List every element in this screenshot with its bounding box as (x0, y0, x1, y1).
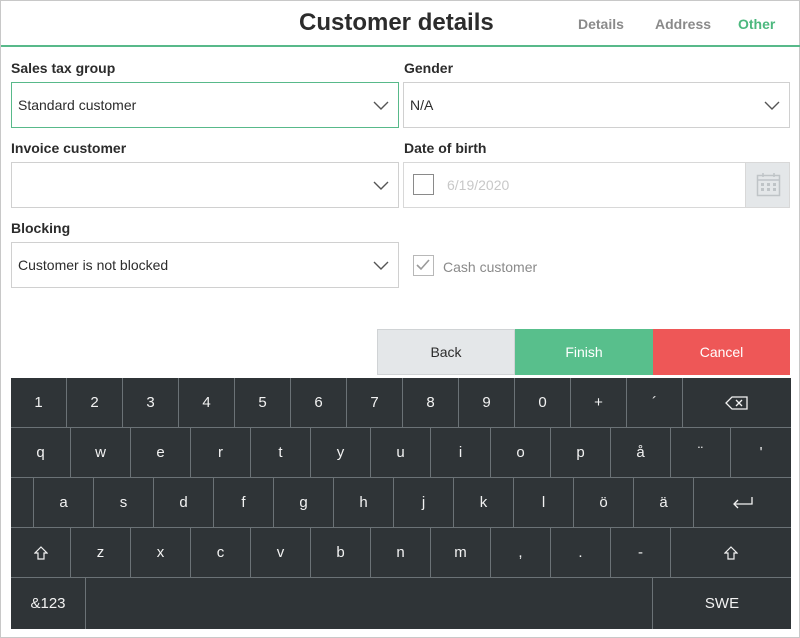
key[interactable]: c (191, 528, 251, 578)
enter-icon (732, 496, 753, 508)
key[interactable]: 3 (123, 378, 179, 428)
language-key[interactable]: SWE (653, 578, 791, 629)
key[interactable]: x (131, 528, 191, 578)
key-spacer (11, 478, 34, 528)
key[interactable]: u (371, 428, 431, 478)
date-of-birth-value: 6/19/2020 (447, 177, 510, 193)
cash-customer-checkbox[interactable] (413, 255, 434, 276)
key[interactable]: d (154, 478, 214, 528)
key[interactable]: n (371, 528, 431, 578)
key[interactable]: ´ (627, 378, 683, 428)
symbols-key[interactable]: &123 (11, 578, 86, 629)
blocking-select[interactable]: Customer is not blocked (11, 242, 399, 288)
sales-tax-group-label: Sales tax group (11, 60, 116, 76)
chevron-down-icon (373, 101, 389, 110)
key[interactable]: 7 (347, 378, 403, 428)
sales-tax-group-value: Standard customer (18, 97, 137, 113)
calendar-icon (756, 173, 781, 197)
chevron-down-icon (764, 101, 780, 110)
key[interactable]: 2 (67, 378, 123, 428)
app-window: Customer details Details Address Other S… (0, 0, 800, 638)
header: Customer details Details Address Other (1, 1, 800, 47)
backspace-icon (725, 395, 748, 410)
date-of-birth-field: 6/19/2020 (403, 162, 790, 208)
gender-label: Gender (404, 60, 454, 76)
gender-select[interactable]: N/A (403, 82, 790, 128)
key[interactable]: r (191, 428, 251, 478)
key[interactable]: o (491, 428, 551, 478)
key[interactable]: 5 (235, 378, 291, 428)
key[interactable]: 0 (515, 378, 571, 428)
space-key[interactable] (86, 578, 653, 629)
key[interactable]: i (431, 428, 491, 478)
calendar-button[interactable] (745, 163, 789, 207)
key[interactable]: m (431, 528, 491, 578)
key[interactable]: t (251, 428, 311, 478)
invoice-customer-select[interactable] (11, 162, 399, 208)
cash-customer-label: Cash customer (443, 259, 538, 275)
back-button[interactable]: Back (377, 329, 515, 375)
key[interactable]: å (611, 428, 671, 478)
key[interactable]: w (71, 428, 131, 478)
key[interactable]: 9 (459, 378, 515, 428)
date-of-birth-label: Date of birth (404, 140, 487, 156)
backspace-key[interactable] (683, 378, 791, 428)
key[interactable]: 8 (403, 378, 459, 428)
finish-button[interactable]: Finish (515, 329, 653, 375)
on-screen-keyboard: 1 2 3 4 5 6 7 8 9 0 + ´ q w e r t y u i … (11, 378, 791, 629)
key[interactable]: . (551, 528, 611, 578)
key[interactable]: p (551, 428, 611, 478)
key[interactable]: , (491, 528, 551, 578)
key[interactable]: b (311, 528, 371, 578)
key[interactable]: e (131, 428, 191, 478)
key[interactable]: z (71, 528, 131, 578)
key[interactable]: + (571, 378, 627, 428)
shift-left-key[interactable] (11, 528, 71, 578)
shift-icon (33, 545, 48, 560)
tab-address[interactable]: Address (655, 16, 711, 32)
key[interactable]: ö (574, 478, 634, 528)
key[interactable]: 6 (291, 378, 347, 428)
key[interactable]: ä (634, 478, 694, 528)
key[interactable]: h (334, 478, 394, 528)
key[interactable]: v (251, 528, 311, 578)
key[interactable]: y (311, 428, 371, 478)
shift-right-key[interactable] (671, 528, 791, 578)
key[interactable]: a (34, 478, 94, 528)
blocking-value: Customer is not blocked (18, 257, 169, 273)
enter-key[interactable] (694, 478, 791, 528)
chevron-down-icon (373, 181, 389, 190)
key[interactable]: s (94, 478, 154, 528)
key[interactable]: ¨ (671, 428, 731, 478)
key[interactable]: g (274, 478, 334, 528)
chevron-down-icon (373, 261, 389, 270)
date-of-birth-checkbox[interactable] (413, 174, 434, 195)
key[interactable]: q (11, 428, 71, 478)
key[interactable]: - (611, 528, 671, 578)
tab-details[interactable]: Details (578, 16, 624, 32)
key[interactable]: f (214, 478, 274, 528)
key[interactable]: 4 (179, 378, 235, 428)
cancel-button[interactable]: Cancel (653, 329, 790, 375)
key[interactable]: 1 (11, 378, 67, 428)
tab-other[interactable]: Other (738, 16, 775, 32)
checkmark-icon (416, 259, 430, 271)
shift-icon (724, 545, 738, 560)
key[interactable]: j (394, 478, 454, 528)
invoice-customer-label: Invoice customer (11, 140, 127, 156)
key[interactable]: ' (731, 428, 791, 478)
gender-value: N/A (410, 97, 434, 113)
page-title: Customer details (299, 9, 494, 36)
sales-tax-group-select[interactable]: Standard customer (11, 82, 399, 128)
key[interactable]: l (514, 478, 574, 528)
blocking-label: Blocking (11, 220, 71, 236)
key[interactable]: k (454, 478, 514, 528)
